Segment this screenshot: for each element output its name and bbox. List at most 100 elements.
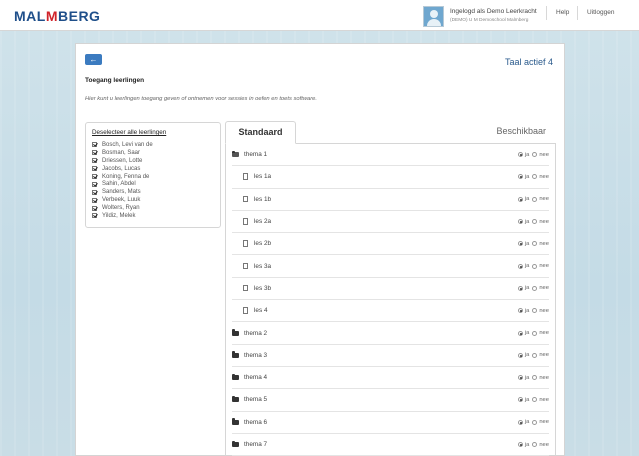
- radio-no[interactable]: nee: [532, 330, 549, 336]
- radio-no[interactable]: nee: [532, 174, 549, 180]
- lesson-row[interactable]: les 3b ja nee: [232, 278, 549, 301]
- malmberg-logo[interactable]: MALMBERG: [14, 8, 100, 24]
- radio-yes[interactable]: ja: [517, 352, 529, 358]
- radio-label: nee: [539, 352, 549, 359]
- access-radio-group: ja nee: [515, 322, 549, 343]
- radio-yes[interactable]: ja: [517, 308, 529, 314]
- radio-no[interactable]: nee: [532, 219, 549, 225]
- radio-yes[interactable]: ja: [517, 263, 529, 269]
- student-item[interactable]: Bosch, Levi van de: [92, 141, 214, 149]
- radio-circle-icon[interactable]: [532, 352, 538, 358]
- theme-row[interactable]: thema 7 ja nee: [232, 434, 549, 456]
- radio-no[interactable]: nee: [532, 196, 549, 202]
- radio-yes[interactable]: ja: [517, 196, 529, 202]
- radio-no[interactable]: nee: [532, 263, 549, 269]
- radio-circle-icon[interactable]: [532, 442, 538, 448]
- student-checkbox[interactable]: [92, 150, 97, 156]
- radio-no[interactable]: nee: [532, 397, 549, 403]
- radio-yes[interactable]: ja: [517, 330, 529, 336]
- radio-circle-icon[interactable]: [532, 397, 538, 403]
- radio-circle-icon[interactable]: [517, 285, 523, 291]
- radio-circle-icon[interactable]: [532, 285, 538, 291]
- tab-beschikbaar[interactable]: Beschikbaar: [496, 126, 546, 136]
- radio-circle-icon[interactable]: [532, 263, 538, 269]
- radio-circle-icon[interactable]: [517, 196, 523, 202]
- radio-circle-icon[interactable]: [517, 397, 523, 403]
- theme-row[interactable]: thema 2 ja nee: [232, 322, 549, 345]
- student-item[interactable]: Driessen, Lotte: [92, 157, 214, 165]
- radio-circle-icon[interactable]: [532, 241, 538, 247]
- student-checkbox[interactable]: [92, 189, 97, 195]
- theme-row[interactable]: thema 1 ja nee: [232, 144, 549, 167]
- logout-link[interactable]: Uitloggen: [587, 9, 614, 16]
- radio-yes[interactable]: ja: [517, 174, 529, 180]
- student-item[interactable]: Sahin, Abdel: [92, 180, 214, 188]
- theme-row[interactable]: thema 4 ja nee: [232, 367, 549, 390]
- lesson-row[interactable]: les 2b ja nee: [232, 233, 549, 256]
- lesson-row[interactable]: les 2a ja nee: [232, 211, 549, 234]
- radio-yes[interactable]: ja: [517, 152, 529, 158]
- radio-no[interactable]: nee: [532, 308, 549, 314]
- lesson-row[interactable]: les 1a ja nee: [232, 166, 549, 189]
- radio-circle-icon[interactable]: [517, 375, 523, 381]
- radio-circle-icon[interactable]: [532, 196, 538, 202]
- student-checkbox[interactable]: [92, 197, 97, 203]
- radio-no[interactable]: nee: [532, 152, 549, 158]
- radio-circle-icon[interactable]: [532, 219, 538, 225]
- radio-no[interactable]: nee: [532, 285, 549, 291]
- lesson-row[interactable]: les 3a ja nee: [232, 256, 549, 278]
- radio-yes[interactable]: ja: [517, 219, 529, 225]
- radio-yes[interactable]: ja: [517, 397, 529, 403]
- radio-circle-icon[interactable]: [517, 419, 523, 425]
- lesson-row[interactable]: les 4 ja nee: [232, 300, 549, 323]
- radio-no[interactable]: nee: [532, 241, 549, 247]
- radio-circle-icon[interactable]: [517, 152, 523, 158]
- radio-circle-icon[interactable]: [517, 330, 523, 336]
- student-item[interactable]: Yildiz, Melek: [92, 212, 214, 220]
- student-checkbox[interactable]: [92, 174, 97, 179]
- student-checkbox[interactable]: [92, 213, 97, 219]
- student-item[interactable]: Sanders, Mats: [92, 188, 214, 196]
- radio-circle-icon[interactable]: [532, 419, 538, 425]
- student-item[interactable]: Verbeek, Luuk: [92, 196, 214, 204]
- student-item[interactable]: Wolters, Ryan: [92, 204, 214, 212]
- radio-yes[interactable]: ja: [517, 419, 529, 425]
- radio-circle-icon[interactable]: [517, 263, 523, 269]
- student-checkbox[interactable]: [92, 181, 97, 187]
- radio-no[interactable]: nee: [532, 442, 549, 448]
- radio-no[interactable]: nee: [532, 375, 549, 381]
- student-checkbox[interactable]: [92, 158, 97, 164]
- lesson-row[interactable]: les 1b ja nee: [232, 189, 549, 211]
- radio-circle-icon[interactable]: [532, 308, 538, 314]
- student-checkbox[interactable]: [92, 166, 97, 172]
- student-checkbox[interactable]: [92, 142, 97, 148]
- radio-yes[interactable]: ja: [517, 241, 529, 247]
- theme-row[interactable]: thema 5 ja nee: [232, 389, 549, 412]
- help-link[interactable]: Help: [556, 9, 569, 16]
- radio-circle-icon[interactable]: [517, 219, 523, 225]
- tab-standaard[interactable]: Standaard: [225, 121, 296, 144]
- access-radio-group: ja nee: [515, 233, 549, 254]
- radio-circle-icon[interactable]: [517, 174, 523, 180]
- radio-circle-icon[interactable]: [517, 442, 523, 448]
- deselect-all-link[interactable]: Deselecteer alle leerlingen: [92, 129, 214, 136]
- radio-no[interactable]: nee: [532, 419, 549, 425]
- radio-yes[interactable]: ja: [517, 442, 529, 448]
- student-item[interactable]: Bosman, Saar: [92, 149, 214, 157]
- theme-row[interactable]: thema 6 ja nee: [232, 412, 549, 434]
- radio-no[interactable]: nee: [532, 352, 549, 358]
- student-item[interactable]: Jacobs, Lucas: [92, 165, 214, 173]
- radio-circle-icon[interactable]: [517, 352, 523, 358]
- radio-yes[interactable]: ja: [517, 375, 529, 381]
- radio-yes[interactable]: ja: [517, 285, 529, 291]
- radio-circle-icon[interactable]: [532, 375, 538, 381]
- theme-row[interactable]: thema 3 ja nee: [232, 345, 549, 367]
- radio-circle-icon[interactable]: [532, 330, 538, 336]
- radio-circle-icon[interactable]: [517, 308, 523, 314]
- back-button[interactable]: ←: [85, 54, 102, 65]
- student-checkbox[interactable]: [92, 205, 97, 211]
- student-item[interactable]: Koning, Fenna de: [92, 173, 214, 181]
- radio-circle-icon[interactable]: [532, 152, 538, 158]
- radio-circle-icon[interactable]: [517, 241, 523, 247]
- radio-circle-icon[interactable]: [532, 174, 538, 180]
